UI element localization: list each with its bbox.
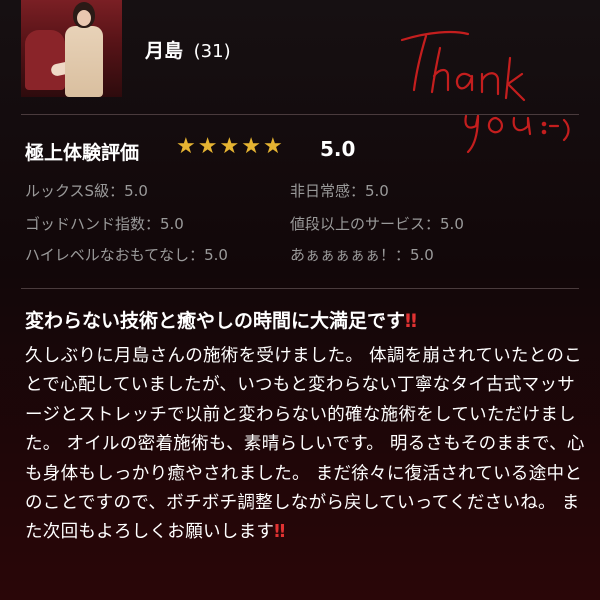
divider-middle: [21, 288, 579, 289]
thank-you-handwriting: [400, 30, 570, 154]
review-body-text: 久しぶりに月島さんの施術を受けました。 体調を崩されていたとのことで心配していま…: [25, 346, 585, 543]
metric-looks: ルックスS級：5.0: [25, 182, 148, 200]
star-icon: ★: [241, 134, 261, 159]
star-icon: ★: [219, 134, 240, 159]
double-exclamation-icon: ‼: [274, 522, 286, 543]
review-title-text: 変わらない技術と癒やしの時間に大満足です: [25, 310, 406, 332]
rating-title: 極上体験評価: [25, 142, 140, 164]
chair-shape: [25, 30, 65, 90]
metric-hospitality: ハイレベルなおもてなし：5.0: [25, 246, 228, 264]
therapist-age: (31): [193, 41, 231, 62]
review-title: 変わらない技術と癒やしの時間に大満足です‼: [25, 306, 417, 333]
metric-god-hand: ゴッドハンド指数：5.0: [25, 215, 184, 233]
metric-ahh: あぁぁぁぁぁ！：5.0: [290, 246, 434, 264]
star-icon: ★: [262, 134, 283, 159]
star-icon: ★: [197, 134, 218, 159]
metric-extraordinary: 非日常感：5.0: [290, 182, 389, 200]
star-icon: ★: [176, 134, 196, 159]
metric-value: 値段以上のサービス：5.0: [290, 215, 464, 233]
figure-face: [77, 10, 91, 26]
rating-stars: ★ ★ ★ ★ ★: [176, 136, 283, 158]
therapist-name: 月島: [145, 40, 184, 62]
rating-score: 5.0: [320, 137, 356, 161]
double-exclamation-icon: ‼: [405, 310, 417, 332]
review-body: 久しぶりに月島さんの施術を受けました。 体調を崩されていたとのことで心配していま…: [25, 342, 585, 548]
therapist-photo[interactable]: [21, 0, 122, 97]
therapist-name-row[interactable]: 月島 (31): [145, 36, 231, 63]
review-card: 月島 (31) 極上体験評価 ★ ★ ★ ★ ★ 5.0 ルックスS級：5.0 …: [0, 0, 600, 600]
figure-body: [65, 26, 103, 97]
divider-top: [21, 114, 579, 115]
